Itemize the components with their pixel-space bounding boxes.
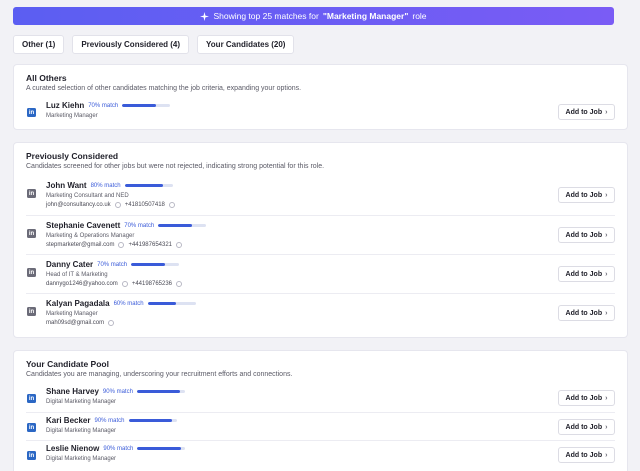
- copy-icon[interactable]: [176, 281, 183, 287]
- candidate-name[interactable]: Shane Harvey: [46, 387, 99, 396]
- add-to-job-button[interactable]: Add to Job ›: [558, 447, 615, 463]
- candidate-row: in Kari Becker 90% match Digital Marketi…: [26, 412, 615, 440]
- candidate-name[interactable]: Danny Cater: [46, 260, 93, 269]
- chevron-right-icon: ›: [605, 394, 608, 402]
- chevron-right-icon: ›: [605, 270, 608, 278]
- match-score: 60% match: [113, 300, 144, 307]
- section-candidate-pool: Your Candidate Pool Candidates you are m…: [13, 350, 628, 471]
- candidate-title: Marketing Manager: [46, 311, 98, 317]
- banner-suffix: role: [412, 11, 427, 21]
- match-bar: [122, 104, 171, 107]
- section-title: All Others: [26, 73, 67, 83]
- match-score: 90% match: [94, 417, 125, 424]
- banner-prefix: Showing top 25 matches for: [213, 11, 319, 21]
- candidate-row: in Shane Harvey 90% match Digital Market…: [26, 384, 615, 412]
- add-to-job-button[interactable]: Add to Job ›: [558, 266, 615, 282]
- candidate-email[interactable]: john@consultancy.co.uk: [46, 202, 111, 208]
- candidate-title: Marketing Consultant and NED: [46, 193, 129, 199]
- sparkle-icon: [200, 11, 210, 21]
- banner-role: "Marketing Manager": [322, 11, 409, 21]
- match-score: 90% match: [102, 388, 133, 395]
- candidate-row: in Leslie Nienow 90% match Digital Marke…: [26, 440, 615, 468]
- candidate-title: Digital Marketing Manager: [46, 399, 117, 405]
- match-bar: [137, 447, 186, 450]
- filter-tabs: Other (1) Previously Considered (4) Your…: [13, 35, 295, 54]
- copy-icon[interactable]: [176, 242, 182, 248]
- section-description: Candidates screened for other jobs but w…: [26, 163, 325, 170]
- linkedin-icon[interactable]: in: [27, 451, 36, 460]
- chevron-right-icon: ›: [605, 451, 608, 459]
- match-bar: [158, 224, 207, 227]
- chevron-right-icon: ›: [605, 309, 608, 317]
- candidate-name[interactable]: Kari Becker: [46, 416, 90, 425]
- match-score: 70% match: [97, 261, 128, 268]
- section-description: A curated selection of other candidates …: [26, 85, 302, 92]
- candidate-row: in Stephanie Cavenett 70% match Marketin…: [26, 215, 615, 254]
- tab-other[interactable]: Other (1): [13, 35, 65, 54]
- chevron-right-icon: ›: [605, 191, 608, 199]
- candidate-name[interactable]: Stephanie Cavenett: [46, 221, 120, 230]
- linkedin-icon[interactable]: in: [27, 423, 36, 432]
- chevron-right-icon: ›: [605, 423, 608, 431]
- section-title: Your Candidate Pool: [26, 359, 109, 369]
- linkedin-icon[interactable]: in: [27, 108, 36, 117]
- add-to-job-button[interactable]: Add to Job ›: [558, 305, 615, 321]
- linkedin-icon[interactable]: in: [27, 307, 36, 316]
- candidate-name[interactable]: Luz Kiehn: [46, 101, 84, 110]
- match-score: 80% match: [90, 182, 121, 189]
- chevron-right-icon: ›: [605, 108, 608, 116]
- candidate-email[interactable]: stepmarketer@gmail.com: [46, 242, 114, 248]
- copy-icon[interactable]: [114, 202, 121, 208]
- linkedin-icon[interactable]: in: [27, 229, 36, 238]
- linkedin-icon[interactable]: in: [27, 268, 36, 277]
- candidate-row: in John Want 80% match Marketing Consult…: [26, 176, 615, 215]
- candidate-title: Marketing Manager: [46, 113, 98, 119]
- copy-icon[interactable]: [118, 242, 125, 248]
- candidate-phone[interactable]: +41810507418: [125, 202, 165, 208]
- match-bar: [136, 390, 185, 393]
- copy-icon[interactable]: [168, 202, 175, 208]
- match-bar: [131, 263, 180, 266]
- match-bar: [124, 184, 173, 187]
- linkedin-icon[interactable]: in: [27, 189, 36, 198]
- section-description: Candidates you are managing, underscorin…: [26, 371, 293, 378]
- section-title: Previously Considered: [26, 151, 119, 161]
- candidate-title: Digital Marketing Manager: [46, 428, 117, 434]
- candidate-email[interactable]: mah09sd@gmail.com: [46, 320, 104, 326]
- add-to-job-button[interactable]: Add to Job ›: [558, 419, 615, 435]
- match-bar: [147, 302, 196, 305]
- candidate-name[interactable]: Kalyan Pagadala: [46, 299, 110, 308]
- candidate-row: in Kalyan Pagadala 60% match Marketing M…: [26, 293, 615, 332]
- candidate-name[interactable]: Leslie Nienow: [46, 444, 99, 453]
- candidate-title: Digital Marketing Manager: [46, 456, 117, 462]
- match-banner: Showing top 25 matches for "Marketing Ma…: [13, 7, 614, 25]
- candidate-row: in Danny Cater 70% match Head of IT & Ma…: [26, 254, 615, 293]
- tab-your-candidates[interactable]: Your Candidates (20): [197, 35, 295, 54]
- section-previously-considered: Previously Considered Candidates screene…: [13, 142, 628, 338]
- candidate-row: in Luz Kiehn 70% match Marketing Manager…: [26, 98, 615, 126]
- candidate-name[interactable]: John Want: [46, 181, 87, 190]
- chevron-right-icon: ›: [605, 231, 608, 239]
- linkedin-icon[interactable]: in: [27, 394, 36, 403]
- copy-icon[interactable]: [121, 281, 128, 287]
- candidate-phone[interactable]: +44198765236: [132, 281, 172, 287]
- match-score: 70% match: [124, 222, 155, 229]
- add-to-job-button[interactable]: Add to Job ›: [558, 227, 615, 243]
- tab-previously-considered[interactable]: Previously Considered (4): [72, 35, 190, 54]
- add-to-job-button[interactable]: Add to Job ›: [558, 104, 615, 120]
- match-bar: [128, 419, 177, 422]
- match-score: 90% match: [103, 445, 134, 452]
- candidate-phone[interactable]: +441987654321: [128, 242, 172, 248]
- candidate-title: Head of IT & Marketing: [46, 272, 108, 278]
- add-to-job-button[interactable]: Add to Job ›: [558, 390, 615, 406]
- candidate-email[interactable]: dannygo1246@yahoo.com: [46, 281, 118, 287]
- add-to-job-button[interactable]: Add to Job ›: [558, 187, 615, 203]
- match-score: 70% match: [88, 102, 119, 109]
- section-all-others: All Others A curated selection of other …: [13, 64, 628, 130]
- candidate-title: Marketing & Operations Manager: [46, 233, 135, 239]
- copy-icon[interactable]: [108, 320, 115, 326]
